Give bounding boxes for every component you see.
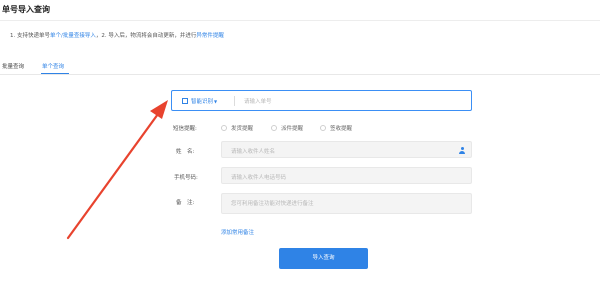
red-arrow-icon [66, 100, 168, 240]
